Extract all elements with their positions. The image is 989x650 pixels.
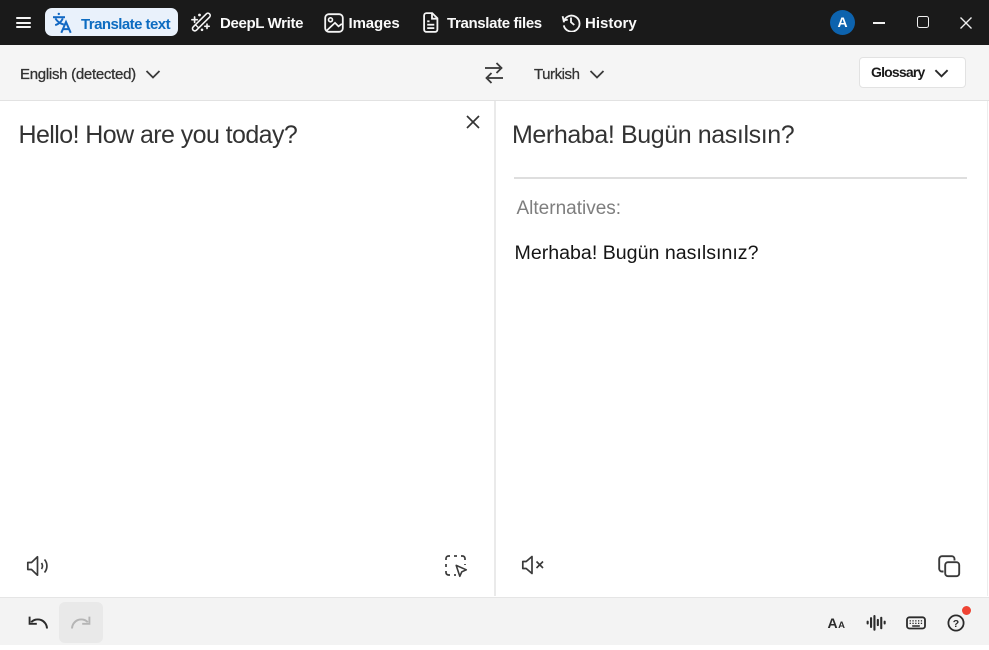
svg-text:?: ?: [953, 618, 959, 630]
